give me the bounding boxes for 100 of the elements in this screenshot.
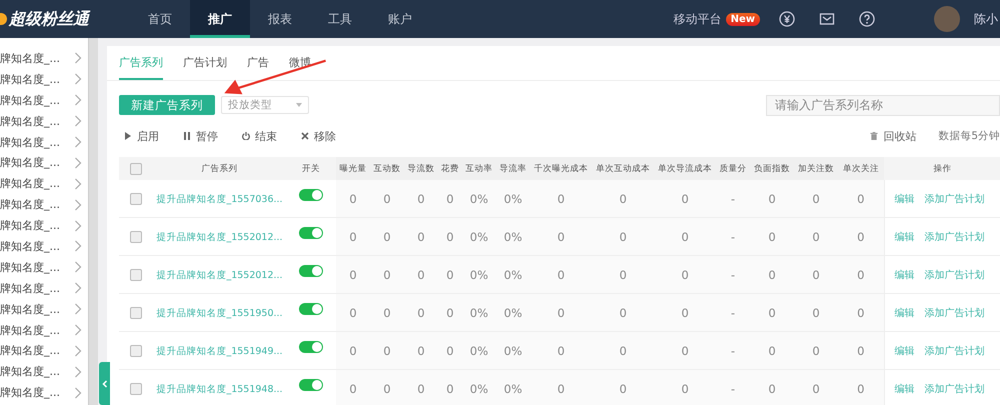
toggle-switch[interactable] [299,188,323,200]
sidebar-item[interactable]: 牌知名度_... [0,92,60,108]
table-cell: 0 [438,218,462,256]
recycle-bin-button[interactable]: 回收站 [870,128,916,144]
column-header: 单次关注 [838,157,884,180]
app-logo: 超级粉丝通 [9,8,89,30]
nav-tab[interactable]: 工具 [310,0,370,38]
yen-icon[interactable] [779,11,795,27]
row-checkbox[interactable] [130,268,142,280]
help-icon[interactable] [859,11,875,27]
column-header: 单次互动成本 [592,157,654,180]
chevron-right-icon [74,73,82,86]
nav-tab[interactable]: 首页 [130,0,190,38]
scrollbar[interactable] [88,38,98,405]
sidebar-item[interactable]: 牌知名度_... [0,197,60,212]
toggle-switch[interactable] [299,340,323,352]
chevron-right-icon [74,178,82,190]
table-cell: 0 [530,294,592,332]
table-cell: 0 [592,218,654,256]
row-checkbox[interactable] [130,382,142,394]
sidebar-item[interactable]: 牌知名度_... [0,155,60,170]
table-cell: 0% [462,256,496,294]
table-cell: 0% [496,256,530,294]
select-all-checkbox[interactable] [130,162,142,174]
table-cell: 0 [654,370,716,405]
collapse-sidebar-button[interactable] [99,362,110,405]
column-header: 千次曝光成本 [530,157,592,180]
sidebar-item[interactable]: 牌知名度_... [0,385,60,400]
mail-icon[interactable] [819,11,835,27]
action-button[interactable]: 暂停 [183,128,218,144]
sidebar-item[interactable]: 牌知名度_... [0,176,60,192]
sidebar-item[interactable]: 牌知名度_... [0,218,60,234]
toggle-switch[interactable] [299,264,323,276]
sidebar-item[interactable]: 牌知名度_... [0,114,60,129]
table-cell: 0 [404,332,438,370]
sidebar-item[interactable]: 牌知名度_... [0,134,60,150]
action-button[interactable]: 移除 [301,128,336,144]
sidebar-item[interactable]: 牌知名度_... [0,322,60,338]
trash-icon [870,132,878,140]
chevron-right-icon [74,52,82,64]
row-checkbox[interactable] [130,306,142,318]
table-cell: 0 [750,218,794,256]
refresh-note: 数据每5分钟 [938,129,1000,143]
row-checkbox[interactable] [130,192,142,204]
table-cell: 0 [404,370,438,405]
toggle-switch[interactable] [299,302,323,314]
table-cell: 0 [750,180,794,218]
table-cell: 0 [336,256,370,294]
table-cell: 0 [370,332,404,370]
table-cell: - [716,294,750,332]
table-cell: 0 [750,370,794,405]
sidebar-item[interactable]: 牌知名度_... [0,343,60,358]
avatar[interactable] [934,6,960,32]
row-checkbox[interactable] [130,344,142,356]
table-cell: 0 [794,218,838,256]
user-name[interactable]: 陈小 [974,10,1000,28]
table-cell: - [716,256,750,294]
table-cell: 0% [462,332,496,370]
row-checkbox[interactable] [130,230,142,242]
tab[interactable]: 广告 [247,46,269,80]
table-cell: 0 [592,180,654,218]
chevron-right-icon [74,344,82,357]
sidebar-item[interactable]: 牌知名度_... [0,302,60,317]
sidebar-item[interactable]: 牌知名度_... [0,280,60,296]
table-cell: 0 [654,180,716,218]
chevron-right-icon [74,94,82,106]
tab[interactable]: 广告计划 [183,46,227,80]
sidebar-item[interactable]: 牌知名度_... [0,260,60,275]
close-icon [301,132,309,140]
sidebar-item[interactable]: 牌知名度_... [0,238,60,254]
nav-tab[interactable]: 推广 [190,0,250,38]
table-cell: 0% [462,370,496,405]
action-button[interactable]: 结束 [242,128,277,144]
nav-tab[interactable]: 账户 [370,0,430,38]
sidebar-item[interactable]: 牌知名度_... [0,50,60,66]
column-header: 互动数 [370,157,404,180]
action-button[interactable]: 启用 [124,128,159,144]
table-cell: - [716,180,750,218]
search-field[interactable]: 请输入广告系列名称 [766,94,1000,116]
toggle-switch[interactable] [299,378,323,390]
sidebar-item[interactable]: 牌知名度_... [0,364,60,380]
column-header: 导流率 [496,157,530,180]
table-cell: 0 [592,370,654,405]
table-cell: 0 [438,180,462,218]
table-cell: - [716,218,750,256]
chevron-right-icon [74,303,82,316]
table-cell: 0% [496,180,530,218]
chevron-right-icon [74,261,82,274]
table-cell: 0 [370,256,404,294]
new-badge: New [726,12,760,26]
nav-tab[interactable]: 报表 [250,0,310,38]
mobile-platform-link[interactable]: 移动平台 [674,10,722,28]
table-cell: 0 [530,180,592,218]
table-cell: 0 [654,294,716,332]
sidebar-item[interactable]: 牌知名度_... [0,72,60,87]
toggle-switch[interactable] [299,226,323,238]
table-cell: 0% [496,218,530,256]
table-cell: 0 [592,256,654,294]
table-cell: 0 [438,332,462,370]
column-header: 加关注数 [794,157,838,180]
